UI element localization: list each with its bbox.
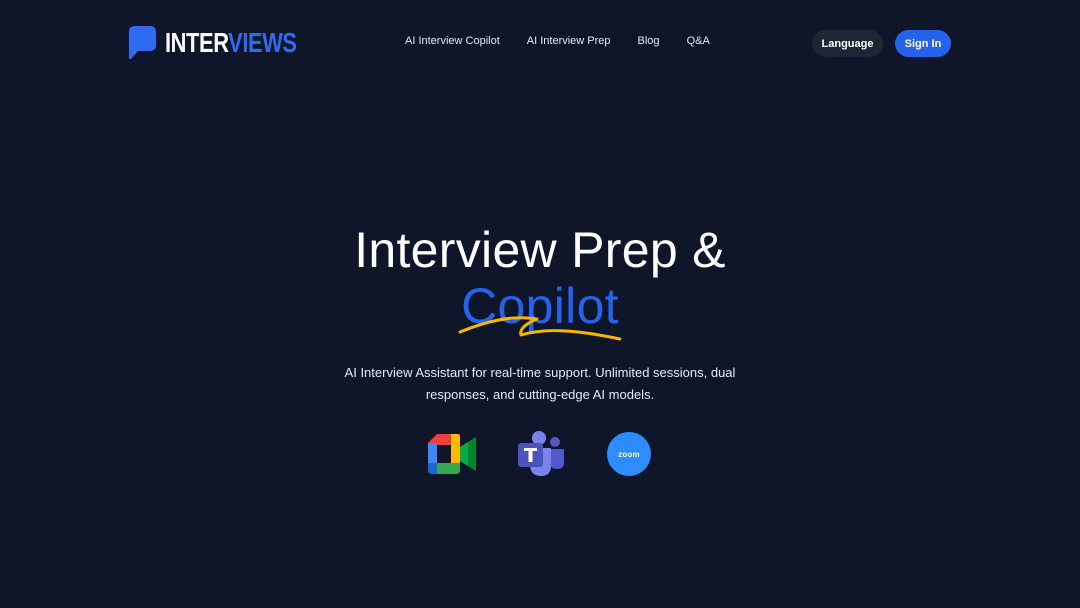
google-meet-icon xyxy=(428,434,476,474)
brand-logo[interactable]: INTERVIEWS xyxy=(129,26,334,60)
microsoft-teams-icon xyxy=(518,431,564,476)
scribble-underline-icon xyxy=(458,316,622,341)
hero-subtitle: AI Interview Assistant for real-time sup… xyxy=(340,362,740,406)
nav-item-ai-interview-copilot[interactable]: AI Interview Copilot xyxy=(405,35,500,47)
nav-item-qa[interactable]: Q&A xyxy=(687,35,710,47)
nav-item-blog[interactable]: Blog xyxy=(638,35,660,47)
brand-name-part1: INTER xyxy=(165,27,229,58)
brand-wordmark: INTERVIEWS xyxy=(165,26,297,60)
chat-bubble-logo-icon xyxy=(129,26,156,60)
brand-name-part2: VIEWS xyxy=(228,27,297,58)
nav-item-ai-interview-prep[interactable]: AI Interview Prep xyxy=(527,35,611,47)
hero-title-line1: Interview Prep & xyxy=(354,222,726,278)
hero-subtitle-line1: AI Interview Assistant for real-time sup… xyxy=(344,365,736,380)
main-nav: AI Interview Copilot AI Interview Prep B… xyxy=(405,35,710,47)
zoom-icon: zoom xyxy=(607,432,651,476)
zoom-label: zoom xyxy=(618,449,640,459)
site-header: INTERVIEWS AI Interview Copilot AI Inter… xyxy=(0,0,1080,86)
language-button[interactable]: Language xyxy=(812,30,883,57)
sign-in-button[interactable]: Sign In xyxy=(895,30,951,57)
hero-subtitle-line2: responses, and cutting-edge AI models. xyxy=(425,387,655,402)
